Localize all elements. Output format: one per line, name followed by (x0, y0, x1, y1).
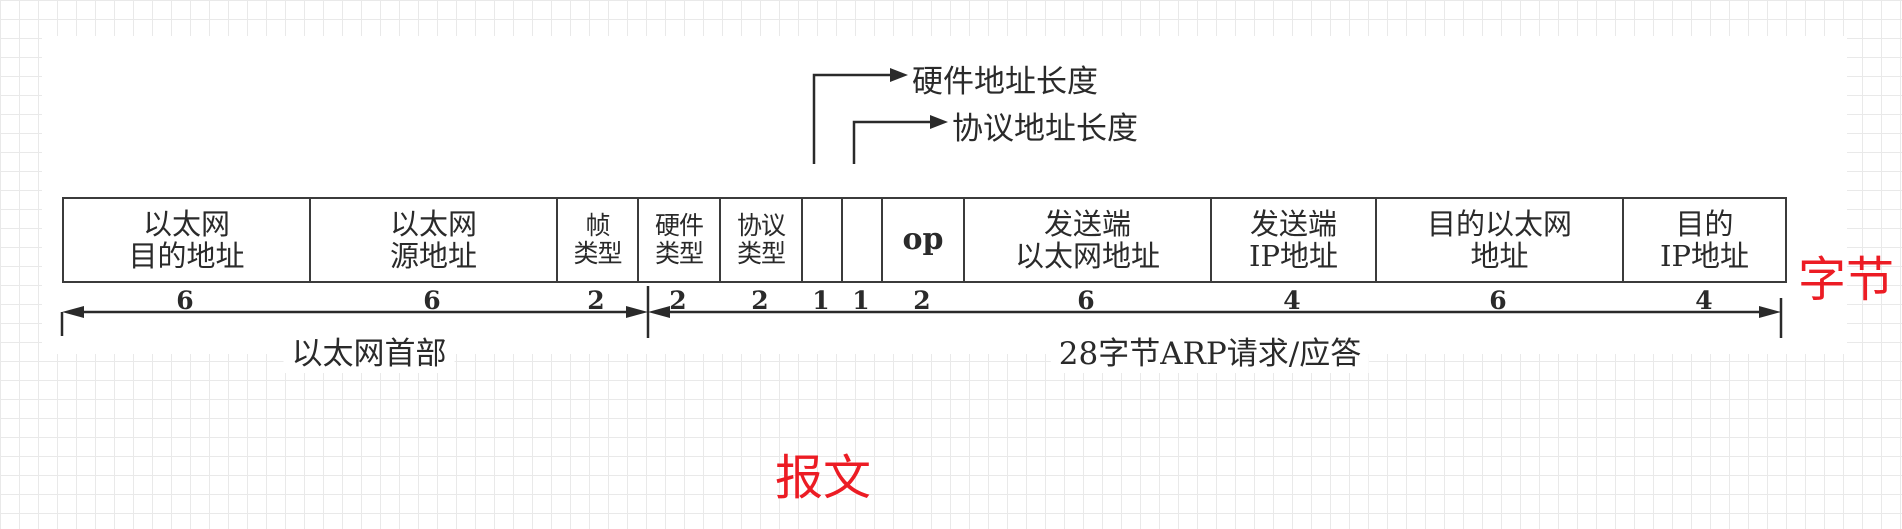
field-sender-ip-addr: 发送端 IP地址 (1210, 197, 1375, 283)
field-size-label: 4 (1695, 286, 1713, 315)
hw-len-arrowhead (890, 68, 908, 82)
annotation-bytes: 字节 (1798, 252, 1895, 308)
field-size-label: 2 (587, 286, 605, 315)
arp-span-right-arrowhead (1759, 306, 1781, 318)
field-size-label: 2 (913, 286, 931, 315)
field-size-label: 2 (669, 286, 687, 315)
hw-len-leader-line (812, 73, 890, 164)
field-hw-addr-len (801, 197, 841, 283)
callout-proto-addr-len: 协议地址长度 (952, 111, 1138, 147)
field-target-ip-addr: 目的 IP地址 (1622, 197, 1787, 283)
field-proto-addr-len (841, 197, 881, 283)
field-size-label: 6 (1489, 286, 1507, 315)
arp-frame-diagram: 以太网 目的地址 以太网 源地址 帧 类型 硬件 类型 协议 类型 op 发送端… (42, 36, 1847, 373)
proto-len-leader-line (852, 120, 930, 164)
field-ethernet-src-addr: 以太网 源地址 (309, 197, 556, 283)
proto-len-arrowhead (930, 115, 948, 129)
field-hardware-type: 硬件 类型 (637, 197, 719, 283)
field-size-label: 4 (1283, 286, 1301, 315)
annotation-message: 报文 (775, 450, 872, 506)
field-op: op (881, 197, 963, 283)
callout-hw-addr-len: 硬件地址长度 (912, 64, 1098, 100)
eth-span-left-arrowhead (62, 306, 84, 318)
field-sender-eth-addr: 发送端 以太网地址 (963, 197, 1210, 283)
field-size-label: 6 (423, 286, 441, 315)
span-label-arp-body: 28字节ARP请求/应答 (1050, 328, 1370, 373)
field-target-eth-addr: 目的以太网 地址 (1375, 197, 1622, 283)
field-size-label: 6 (176, 286, 194, 315)
field-size-label: 6 (1077, 286, 1095, 315)
span-label-ethernet-header: 以太网首部 (283, 328, 455, 373)
field-protocol-type: 协议 类型 (719, 197, 801, 283)
field-ethernet-dest-addr: 以太网 目的地址 (62, 197, 309, 283)
field-frame-type: 帧 类型 (556, 197, 637, 283)
